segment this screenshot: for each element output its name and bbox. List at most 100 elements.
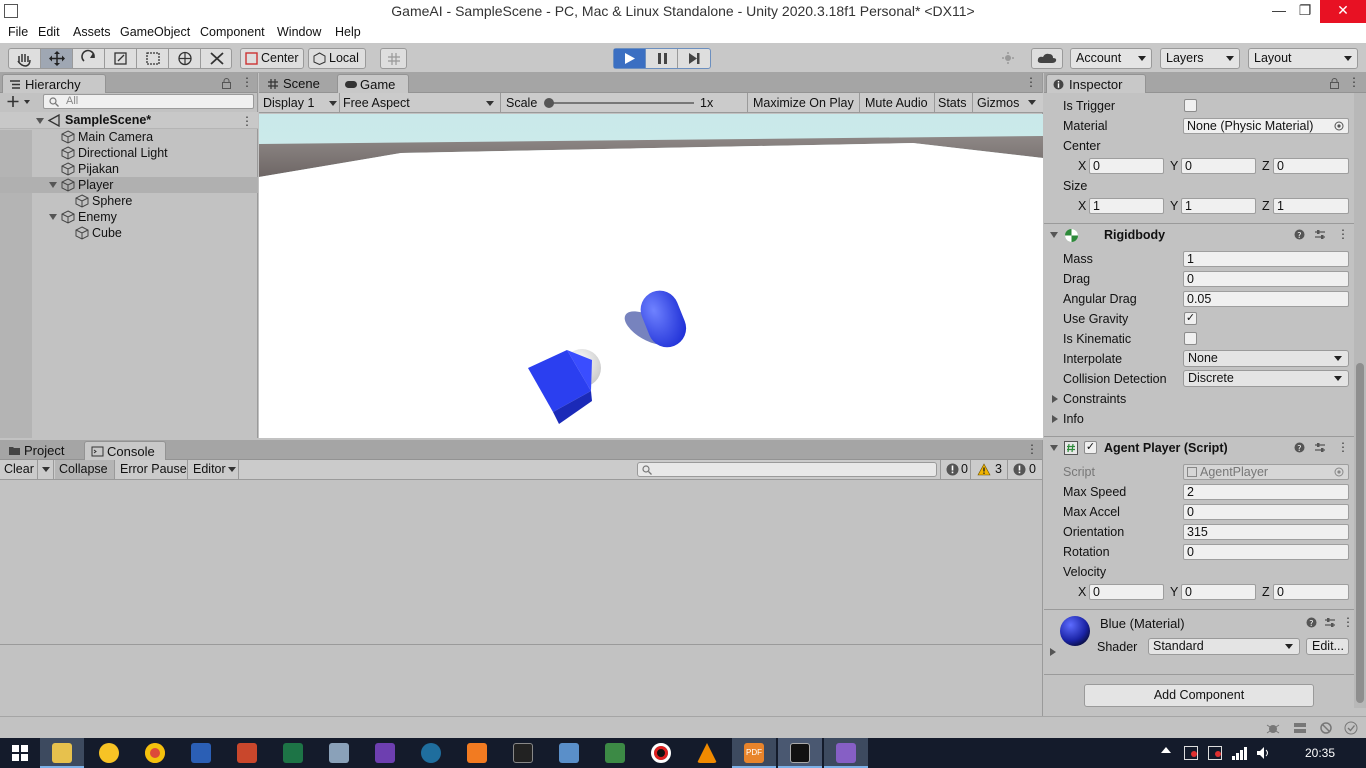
clear-options-dropdown[interactable]	[38, 460, 54, 479]
taskbar-file-explorer[interactable]	[40, 738, 84, 768]
network-alert-icon[interactable]	[1184, 746, 1198, 760]
menu-window[interactable]: Window	[277, 25, 321, 39]
velocity-y-field[interactable]: 0	[1181, 584, 1256, 600]
chevron-down-icon[interactable]	[1028, 100, 1036, 105]
max-accel-field[interactable]: 0	[1183, 504, 1349, 520]
show-hidden-icons-icon[interactable]	[1161, 747, 1171, 753]
mute-audio-toggle[interactable]: Mute Audio	[865, 94, 928, 112]
menu-help[interactable]: Help	[335, 25, 361, 39]
custom-tools-icon[interactable]	[201, 49, 233, 68]
size-z-field[interactable]: 1	[1273, 198, 1349, 214]
is-trigger-checkbox[interactable]	[1184, 99, 1197, 112]
editor-dropdown[interactable]: Editor	[189, 460, 239, 479]
inspector-scrollbar[interactable]	[1354, 93, 1366, 708]
grid-snap-button[interactable]	[380, 48, 407, 69]
preset-icon[interactable]	[1324, 617, 1336, 628]
mass-field[interactable]: 1	[1183, 251, 1349, 267]
game-options-icon[interactable]: ⋮	[1025, 76, 1037, 88]
scene-header-row[interactable]: SampleScene* ⋮	[0, 112, 258, 129]
excel-icon[interactable]	[283, 743, 303, 763]
component-options-icon[interactable]: ⋮	[1337, 441, 1349, 453]
maximize-on-play-toggle[interactable]: Maximize On Play	[753, 94, 854, 112]
menu-gameobject[interactable]: GameObject	[120, 25, 190, 39]
more-options-icon[interactable]: ⋮	[241, 76, 253, 88]
hierarchy-item-main-camera[interactable]: Main Camera	[0, 129, 258, 145]
size-x-field[interactable]: 1	[1089, 198, 1164, 214]
collapse-toggle[interactable]: Collapse	[55, 460, 115, 479]
gizmos-toggle[interactable]: Gizmos	[977, 94, 1019, 112]
collision-detection-dropdown[interactable]: Discrete	[1183, 370, 1349, 387]
console-search-input[interactable]	[637, 462, 937, 477]
taskbar-pdf[interactable]: PDF	[732, 738, 776, 768]
edit-shader-button[interactable]: Edit...	[1306, 638, 1349, 655]
powerpoint-icon[interactable]	[237, 743, 257, 763]
step-button[interactable]	[678, 49, 710, 68]
pause-button[interactable]	[646, 49, 678, 68]
agent-enabled-checkbox[interactable]: ✓	[1084, 441, 1097, 454]
layout-dropdown[interactable]: Layout	[1248, 48, 1358, 69]
tab-inspector[interactable]: Inspector	[1046, 74, 1146, 93]
console-detail-divider[interactable]	[0, 644, 1042, 645]
is-kinematic-checkbox[interactable]	[1184, 332, 1197, 345]
rotate-tool-icon[interactable]	[73, 49, 105, 68]
create-button[interactable]	[5, 93, 35, 110]
tab-hierarchy[interactable]: Hierarchy	[2, 74, 106, 93]
move-tool-icon[interactable]	[41, 49, 73, 68]
inspector-options-icon[interactable]: ⋮	[1348, 76, 1360, 88]
angular-drag-field[interactable]: 0.05	[1183, 291, 1349, 307]
vlc-icon[interactable]	[697, 743, 717, 763]
warning-filter-toggle[interactable]: 3	[972, 460, 1008, 479]
menu-assets[interactable]: Assets	[73, 25, 111, 39]
photos-icon[interactable]	[605, 743, 625, 763]
size-y-field[interactable]: 1	[1181, 198, 1256, 214]
error-filter-toggle[interactable]: 0	[1009, 460, 1042, 479]
tab-project[interactable]: Project	[2, 441, 82, 460]
transform-tool-icon[interactable]	[169, 49, 201, 68]
aspect-dropdown[interactable]: Free Aspect	[343, 94, 499, 112]
game-viewport[interactable]	[259, 114, 1043, 438]
menu-file[interactable]: File	[8, 25, 28, 39]
hierarchy-item-sphere[interactable]: Sphere	[0, 193, 258, 209]
lock-icon[interactable]	[1330, 78, 1339, 89]
hand-tool-icon[interactable]	[9, 49, 41, 68]
menu-edit[interactable]: Edit	[38, 25, 60, 39]
close-button[interactable]: ✕	[1320, 0, 1366, 23]
taskbar-app-icon[interactable]	[99, 743, 119, 763]
layers-dropdown[interactable]: Layers	[1160, 48, 1240, 69]
record-icon[interactable]	[651, 743, 671, 763]
hierarchy-item-directional-light[interactable]: Directional Light	[0, 145, 258, 161]
word-icon[interactable]	[191, 743, 211, 763]
help-icon[interactable]: ?	[1306, 617, 1317, 628]
error-pause-toggle[interactable]: Error Pause	[116, 460, 188, 479]
rotation-field[interactable]: 0	[1183, 544, 1349, 560]
velocity-x-field[interactable]: 0	[1089, 584, 1164, 600]
display-dropdown[interactable]: Display 1	[263, 94, 339, 112]
settings-icon[interactable]	[421, 743, 441, 763]
progress-check-icon[interactable]	[1344, 721, 1358, 735]
paint-icon[interactable]	[329, 743, 349, 763]
scale-slider-track[interactable]	[548, 102, 694, 104]
scrollbar-thumb[interactable]	[1356, 363, 1364, 703]
account-dropdown[interactable]: Account	[1070, 48, 1152, 69]
wifi-signal-icon[interactable]	[1232, 746, 1248, 760]
add-component-button[interactable]: Add Component	[1084, 684, 1314, 707]
interpolate-dropdown[interactable]: None	[1183, 350, 1349, 367]
scene-options-icon[interactable]: ⋮	[241, 115, 253, 127]
taskbar-visual-studio[interactable]	[824, 738, 868, 768]
scale-tool-icon[interactable]	[105, 49, 137, 68]
remote-desktop-icon[interactable]	[559, 743, 579, 763]
use-gravity-checkbox[interactable]: ✓	[1184, 312, 1197, 325]
max-speed-field[interactable]: 2	[1183, 484, 1349, 500]
stats-toggle[interactable]: Stats	[938, 94, 967, 112]
physic-material-field[interactable]: None (Physic Material)	[1183, 118, 1349, 134]
hierarchy-item-player[interactable]: Player	[0, 177, 258, 193]
tab-game[interactable]: Game	[337, 74, 409, 93]
constraints-foldout[interactable]: Constraints	[1052, 392, 1252, 408]
tab-scene[interactable]: Scene	[261, 74, 335, 93]
xampp-icon[interactable]	[467, 743, 487, 763]
agent-player-header[interactable]: ✓ Agent Player (Script) ? ⋮	[1044, 437, 1354, 459]
hierarchy-search-input[interactable]: All	[43, 94, 254, 109]
bug-icon[interactable]	[1266, 721, 1280, 735]
chrome-icon[interactable]	[145, 743, 165, 763]
taskbar-unity[interactable]	[778, 738, 822, 768]
